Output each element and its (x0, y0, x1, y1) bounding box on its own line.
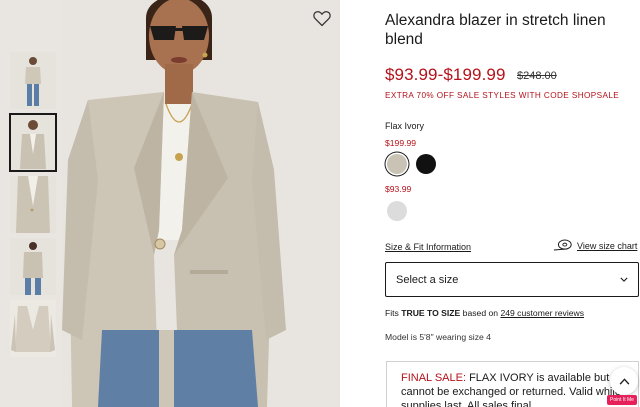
chevron-down-icon (620, 277, 628, 282)
view-size-chart-label: View size chart (577, 240, 638, 251)
heart-outline-icon (313, 11, 331, 27)
measuring-tape-icon (553, 239, 572, 251)
thumbnail-list (9, 52, 58, 362)
chevron-up-icon (619, 377, 629, 385)
color-group-price-1: $199.99 (385, 138, 417, 148)
final-sale-notice: FINAL SALE: FLAX IVORY is available but … (386, 361, 639, 407)
thumbnail-5-image (10, 300, 56, 357)
fit-prefix: Fits (385, 308, 402, 318)
fit-emphasis: TRUE TO SIZE (401, 308, 461, 318)
scroll-to-top-button[interactable] (610, 367, 638, 395)
swatch-light-grey[interactable] (387, 201, 407, 221)
wishlist-button[interactable] (312, 8, 332, 28)
model-in-blazer-illustration (62, 0, 340, 407)
fit-middle: based on (460, 308, 501, 318)
promo-message: EXTRA 70% OFF SALE STYLES WITH CODE SHOP… (385, 91, 620, 100)
model-size-note: Model is 5'8" wearing size 4 (385, 332, 491, 342)
sale-price-range: $93.99-$199.99 (385, 65, 506, 84)
thumbnail-1[interactable] (10, 52, 56, 109)
thumbnail-4[interactable] (10, 238, 56, 295)
color-group-price-2: $93.99 (385, 184, 412, 194)
swatch-flax-ivory[interactable] (387, 154, 407, 174)
selected-color-name: Flax Ivory (385, 121, 425, 131)
customer-reviews-link[interactable]: 249 customer reviews (500, 308, 584, 318)
thumbnail-3-image (10, 176, 56, 233)
swatch-black[interactable] (416, 154, 436, 174)
size-select-dropdown[interactable]: Select a size (385, 262, 639, 297)
size-fit-info-link[interactable]: Size & Fit Information (385, 242, 471, 252)
thumbnail-5[interactable] (10, 300, 56, 357)
main-product-image[interactable] (62, 0, 340, 407)
product-gallery (0, 0, 340, 407)
thumbnail-2[interactable] (9, 113, 57, 172)
thumbnail-4-image (10, 238, 56, 295)
final-sale-label: FINAL SALE: (401, 372, 467, 384)
view-size-chart-link[interactable]: View size chart (553, 239, 637, 252)
thumbnail-1-image (10, 52, 56, 109)
size-select-placeholder: Select a size (396, 273, 459, 286)
thumbnail-3[interactable] (10, 176, 56, 233)
thumbnail-2-image (10, 114, 56, 171)
original-price: $248.00 (517, 70, 557, 82)
point-it-me-badge[interactable]: Point It Me (607, 395, 637, 405)
product-title: Alexandra blazer in stretch linen blend (385, 12, 606, 48)
fit-summary: Fits TRUE TO SIZE based on 249 customer … (385, 308, 584, 318)
